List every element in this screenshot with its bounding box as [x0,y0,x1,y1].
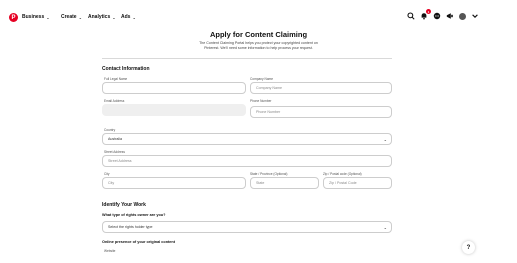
rights-type-question: What type of rights owner are you? [102,213,166,217]
notifications-bell-icon[interactable]: 1 [420,9,431,20]
updates-megaphone-icon[interactable] [446,12,454,20]
divider [102,58,392,59]
full-legal-name-label: Full Legal Name [104,77,128,81]
full-legal-name-field[interactable] [102,82,246,94]
company-name-field[interactable]: Company Name [250,82,392,94]
messages-icon[interactable] [433,12,441,20]
nav-create[interactable]: Create ⌄ [61,14,82,20]
chevron-down-icon: ⌄ [46,14,50,20]
state-field[interactable]: State [250,177,319,189]
search-icon[interactable] [407,12,415,20]
state-label: State / Province (Optional) [250,172,288,176]
company-name-label: Company Name [250,77,274,81]
nav-business[interactable]: Business ⌄ [22,14,50,20]
chevron-down-icon[interactable] [471,12,479,20]
city-label: City [104,172,110,176]
zip-label: Zip / Postal code (Optional) [323,172,362,176]
chevron-down-icon: ⌄ [78,14,82,20]
rights-holder-select[interactable]: Select the rights holder type ⌄ [102,221,392,233]
work-section-heading: Identify Your Work [102,202,146,208]
email-field[interactable] [102,104,246,116]
online-presence-question: Online presence of your original content [102,240,175,244]
page-title: Apply for Content Claiming [209,30,308,39]
nav-create-label: Create [61,14,77,20]
logo-letter: P [11,14,16,21]
avatar[interactable] [459,12,466,20]
nav-analytics[interactable]: Analytics ⌄ [88,14,116,20]
pinterest-logo[interactable]: P [9,13,18,22]
street-label: Street Address [104,150,125,154]
help-icon: ? [466,244,471,251]
phone-label: Phone Number [250,99,272,103]
help-button[interactable]: ? [462,241,475,254]
country-label: Country [104,128,116,132]
street-address-field[interactable]: Street Address [102,155,392,167]
page-subtitle: The Content Claiming Portal helps you pr… [0,41,517,51]
notification-badge: 1 [426,9,431,14]
phone-field[interactable]: Phone Number [250,106,392,118]
country-value: Australia [108,137,122,141]
zip-field[interactable]: Zip / Postal Code [323,177,392,189]
nav-ads[interactable]: Ads ⌄ [121,14,136,20]
nav-business-label: Business [22,14,45,20]
chevron-down-icon: ⌄ [112,14,116,20]
website-label: Website [104,249,116,253]
chevron-down-icon: ⌄ [132,14,136,20]
country-select[interactable]: Australia ⌄ [102,133,392,145]
nav-ads-label: Ads [121,14,131,20]
chevron-down-icon: ⌄ [383,224,387,230]
city-field[interactable]: City [102,177,246,189]
rights-holder-value: Select the rights holder type [108,225,153,229]
subtitle-line-2: Pinterest. We'll need some information t… [204,46,313,50]
chevron-down-icon: ⌄ [383,136,387,142]
nav-right-icons: 1 [407,9,479,20]
email-label: Email Address [104,99,125,103]
nav-analytics-label: Analytics [88,14,111,20]
contact-section-heading: Contact Information [102,66,150,72]
